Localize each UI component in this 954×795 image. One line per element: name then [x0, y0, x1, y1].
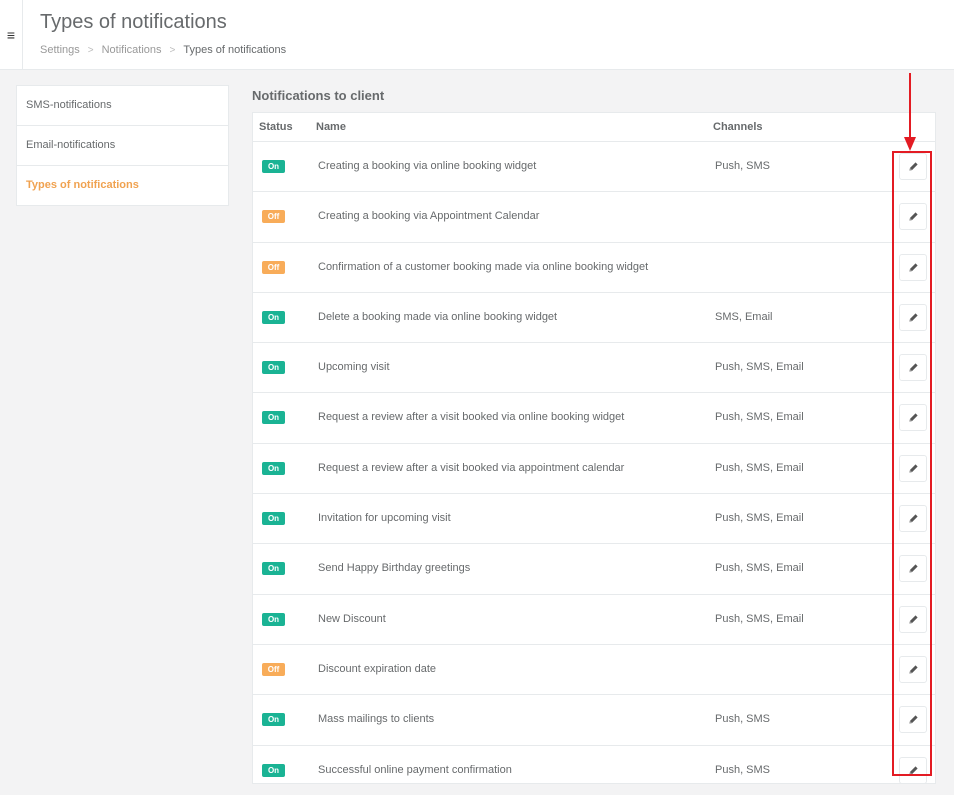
status-badge: On	[262, 361, 285, 375]
notification-name: Mass mailings to clients	[318, 713, 435, 726]
notification-channels: Push, SMS	[715, 713, 771, 726]
notification-channels: SMS, Email	[715, 310, 773, 323]
status-badge: On	[262, 562, 285, 576]
edit-button[interactable]	[899, 454, 927, 482]
pencil-icon	[908, 715, 918, 724]
table-row: Off Discount expiration date	[253, 645, 935, 696]
notification-name: Creating a booking via online booking wi…	[318, 160, 537, 172]
pencil-icon	[908, 765, 918, 775]
status-badge: On	[262, 461, 285, 475]
pencil-icon	[908, 413, 918, 423]
table-header: Status Name Channels	[253, 113, 935, 142]
edit-button[interactable]	[899, 303, 927, 331]
pencil-icon	[908, 514, 918, 523]
notification-channels: Push, SMS, Email	[715, 512, 804, 525]
edit-button[interactable]	[899, 706, 927, 734]
pencil-icon	[908, 564, 918, 573]
hamburger-menu-icon[interactable]: ≡	[0, 0, 23, 69]
table-row: On Request a review after a visit booked …	[253, 393, 935, 444]
status-badge: Off	[262, 210, 285, 224]
notification-name: Request a review after a visit booked vi…	[318, 461, 625, 474]
status-badge: On	[262, 612, 285, 626]
breadcrumb-separator: >	[169, 44, 176, 56]
table-row: On Send Happy Birthday greetings Push, SMS…	[253, 544, 935, 595]
top-bar: ≡ Types of notifications Settings > Noti…	[0, 0, 954, 70]
status-badge: On	[262, 160, 285, 173]
pencil-icon	[908, 262, 918, 272]
notification-channels: Push, SMS, Email	[715, 411, 804, 424]
table-row: On Delete a booking made via online booki…	[253, 293, 935, 344]
sidebar-item-sms-notifications[interactable]: SMS-notifications	[17, 86, 228, 126]
pencil-icon	[908, 615, 918, 624]
status-badge: On	[262, 310, 285, 324]
pencil-icon	[908, 363, 918, 372]
breadcrumb-settings[interactable]: Settings	[40, 44, 80, 56]
table-row: On Upcoming visit Push, SMS, Email	[253, 343, 935, 394]
table-row: On Request a review after a visit booked …	[253, 444, 935, 495]
table-row: Off Creating a booking via Appointment Ca…	[253, 192, 935, 243]
edit-button[interactable]	[899, 404, 927, 432]
notifications-table: Status Name Channels On Creating a bookin…	[252, 112, 936, 784]
notification-name: Send Happy Birthday greetings	[318, 562, 471, 575]
table-row: On Invitation for upcoming visit Push, SMS…	[253, 494, 935, 545]
breadcrumb-separator: >	[87, 44, 94, 56]
pencil-icon	[908, 665, 918, 674]
edit-button[interactable]	[899, 253, 927, 281]
edit-button[interactable]	[899, 153, 927, 180]
status-badge: On	[262, 713, 285, 727]
notification-name: Upcoming visit	[318, 361, 390, 374]
section-title: Notifications to client	[252, 88, 385, 103]
status-badge: On	[262, 763, 285, 777]
table-body: On Creating a booking via online booking …	[253, 142, 935, 795]
notification-name: Successful online payment confirmation	[318, 763, 512, 776]
breadcrumb-current: Types of notifications	[183, 44, 287, 56]
table-row: On Successful online payment confirmation…	[253, 746, 935, 795]
table-row: On Mass mailings to clients Push, SMS	[253, 695, 935, 746]
notification-name: Creating a booking via Appointment Calen…	[318, 210, 540, 223]
notification-channels: Push, SMS, Email	[715, 562, 804, 575]
column-header-name: Name	[316, 121, 346, 133]
notification-name: Confirmation of a customer booking made …	[318, 260, 649, 273]
sidebar-item-types-of-notifications[interactable]: Types of notifications	[17, 166, 228, 205]
notification-name: Request a review after a visit booked vi…	[318, 411, 625, 424]
table-row: Off Confirmation of a customer booking ma…	[253, 243, 935, 293]
edit-button[interactable]	[899, 505, 927, 533]
pencil-icon	[908, 464, 918, 473]
pencil-icon	[908, 162, 918, 171]
edit-button[interactable]	[899, 203, 927, 231]
status-badge: On	[262, 411, 285, 425]
sidebar-item-email-notifications[interactable]: Email-notifications	[17, 126, 228, 166]
edit-button[interactable]	[899, 605, 927, 633]
pencil-icon	[908, 313, 918, 322]
table-row: On Creating a booking via online booking …	[253, 142, 935, 193]
edit-button[interactable]	[899, 655, 927, 683]
notification-channels: Push, SMS, Email	[715, 461, 804, 474]
column-header-status: Status	[259, 121, 293, 133]
notification-channels: Push, SMS, Email	[715, 361, 804, 374]
status-badge: Off	[262, 260, 285, 274]
notification-channels: Push, SMS, Email	[715, 612, 804, 625]
notification-name: Delete a booking made via online booking…	[318, 310, 558, 323]
status-badge: Off	[262, 662, 285, 676]
table-row: On New Discount Push, SMS, Email	[253, 595, 935, 645]
edit-button[interactable]	[899, 756, 927, 784]
notification-channels: Push, SMS	[715, 763, 771, 776]
notification-name: Discount expiration date	[318, 662, 437, 675]
settings-sidebar: SMS-notifications Email-notifications Ty…	[16, 85, 229, 206]
notification-name: Invitation for upcoming visit	[318, 512, 451, 525]
notification-name: New Discount	[318, 612, 386, 625]
edit-button[interactable]	[899, 354, 927, 382]
breadcrumb-notifications[interactable]: Notifications	[102, 44, 162, 56]
breadcrumb: Settings > Notifications > Types of noti…	[40, 44, 286, 56]
notification-channels: Push, SMS	[715, 160, 771, 172]
edit-button[interactable]	[899, 555, 927, 583]
pencil-icon	[908, 212, 918, 221]
page-title: Types of notifications	[40, 11, 227, 33]
column-header-channels: Channels	[713, 121, 763, 133]
status-badge: On	[262, 512, 285, 526]
